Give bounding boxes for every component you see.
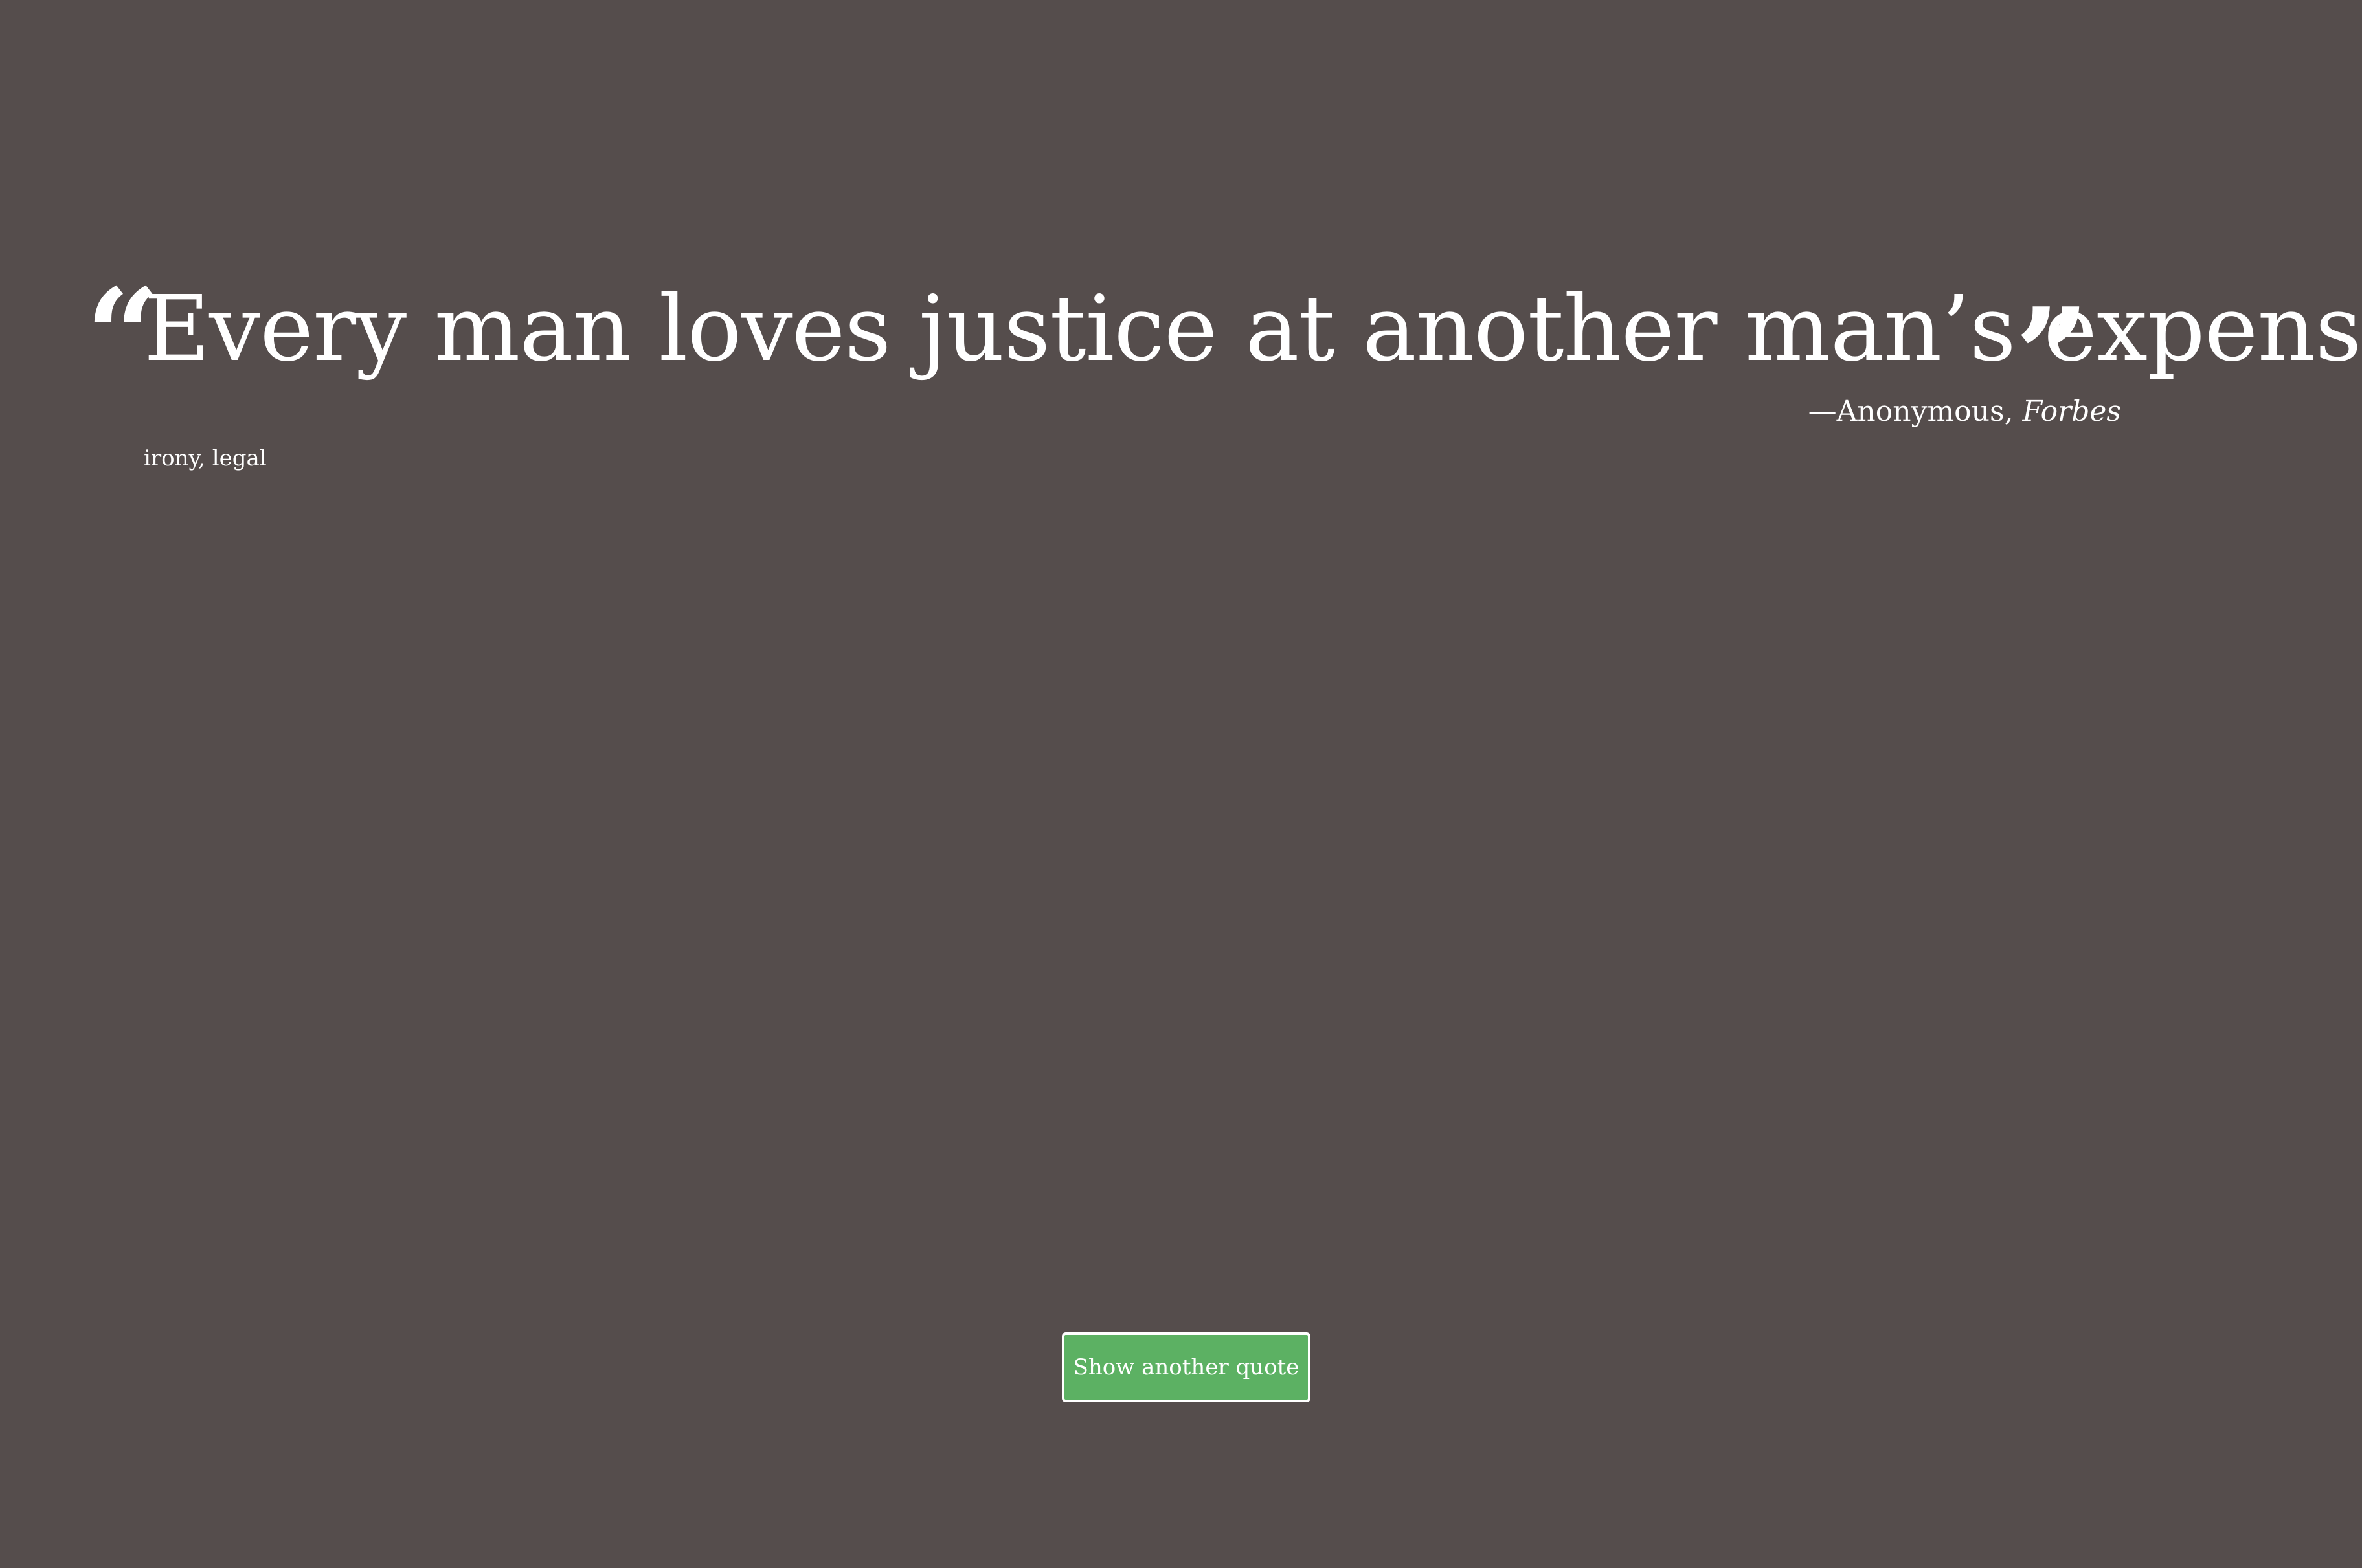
attribution-author: —Anonymous,: [1808, 395, 2023, 428]
quote-attribution: —Anonymous, Forbes: [1808, 395, 2121, 429]
quote-tags: irony, legal: [144, 445, 267, 471]
show-another-quote-button[interactable]: Show another quote: [1062, 1332, 1310, 1402]
attribution-source: Forbes: [2022, 395, 2121, 428]
